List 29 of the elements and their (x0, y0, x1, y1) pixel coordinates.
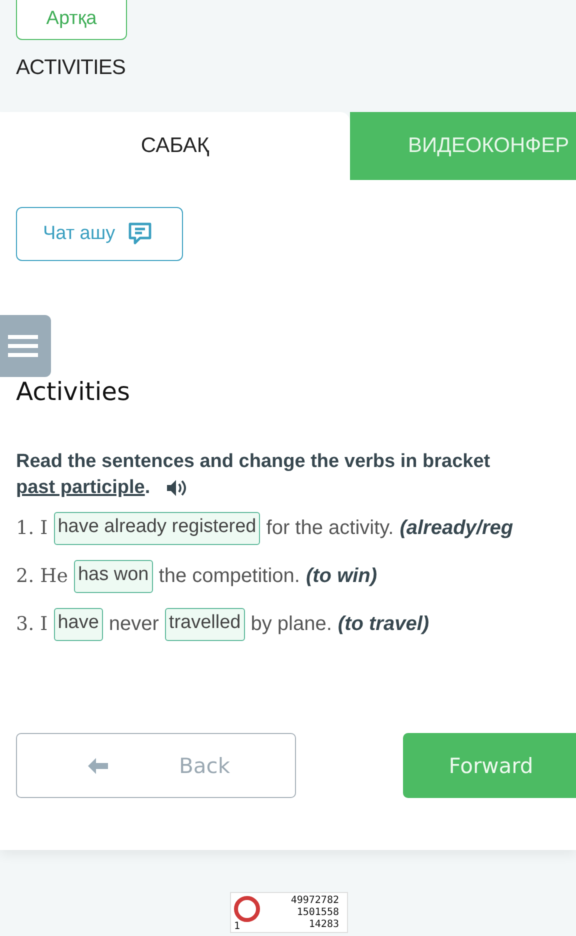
activity-heading: Activities (16, 377, 132, 408)
answer-field[interactable]: have (54, 608, 103, 640)
section-title: ACTIVITIES (16, 56, 126, 80)
tab[interactable]: САБАҚ (0, 112, 350, 180)
counter-number: 1501558 (296, 907, 339, 919)
counter-number: 14283 (308, 919, 339, 931)
verb-hint: (already/reg (400, 516, 514, 540)
verb-hint: (to travel) (338, 612, 430, 636)
sentence-text: for the activity. (266, 516, 394, 540)
sentence-text: the competition. (158, 564, 300, 588)
instruction-text: past participle. (16, 477, 150, 499)
sentence-number: 1. I (16, 517, 48, 539)
visitor-counter[interactable]: 1 49972782 1501558 14283 (230, 892, 348, 933)
left-arrow-icon (87, 756, 109, 774)
sentence-text: by plane. (250, 612, 332, 636)
ring-icon (233, 895, 261, 923)
menu-icon (8, 334, 38, 358)
speaker-icon[interactable] (166, 479, 188, 497)
answer-field[interactable]: have already registered (54, 512, 260, 544)
answer-field[interactable]: travelled (164, 608, 245, 640)
sentence-number: 3. I (16, 613, 48, 635)
instruction-text: Read the sentences and change the verbs in bracket (16, 451, 492, 473)
sentence-number: 2. He (16, 565, 68, 587)
chat-icon (127, 221, 154, 247)
counter-number: 1 (234, 921, 240, 932)
answer-field[interactable]: has won (74, 560, 153, 592)
sentence-text: never (108, 612, 159, 636)
verb-hint: (to win) (306, 564, 378, 588)
counter-number: 49972782 (290, 895, 339, 907)
